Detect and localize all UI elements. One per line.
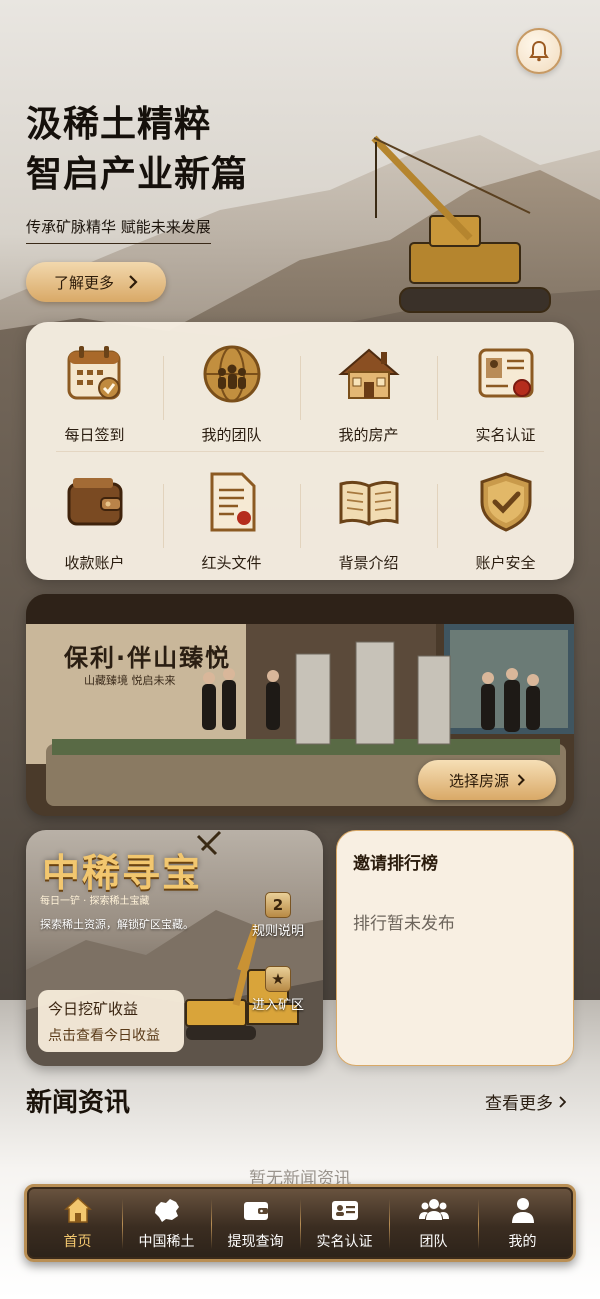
chevron-right-icon [129, 275, 138, 289]
function-grid: 每日签到 我的团队 我的房产 实名认证 收款账户 红头文件 背景介绍 账户安全 [26, 322, 574, 580]
open-book-icon [339, 480, 398, 526]
enter-mine-label: 进入矿区 [252, 998, 305, 1013]
rules-badge: 2 [265, 892, 291, 918]
grid-item-label: 红头文件 [201, 554, 262, 572]
news-more-link[interactable]: 查看更多 [485, 1089, 566, 1114]
document-icon [210, 472, 255, 532]
calendar-check-icon [67, 346, 120, 400]
tab-mine[interactable]: 我的 [478, 1187, 567, 1259]
news-section-title: 新闻资讯 [26, 1088, 131, 1118]
treasure-title: 中稀寻宝 [42, 851, 203, 895]
user-icon [511, 1198, 534, 1223]
id-card-icon [478, 348, 533, 398]
grid-item-label: 收款账户 [64, 554, 125, 572]
team-icon [418, 1199, 449, 1220]
tab-withdraw-query[interactable]: 提现查询 [211, 1187, 300, 1259]
grid-item-real-name[interactable]: 实名认证 [437, 334, 574, 454]
house-icon [337, 348, 400, 399]
treasure-hunt-card[interactable]: 中稀寻宝 每日一铲 · 探索稀土宝藏 探索稀土资源，解锁矿区宝藏。 2 规则说明… [26, 830, 323, 1066]
notification-button[interactable] [516, 28, 562, 74]
select-property-label: 选择房源 [448, 771, 509, 790]
china-map-icon [154, 1199, 179, 1222]
bell-icon [529, 40, 549, 62]
banner-sign-subtitle: 山藏臻境 悦启未来 [84, 674, 176, 687]
hero-title-line1: 汲稀土精粹 [26, 104, 212, 145]
chevron-right-icon [559, 1095, 566, 1108]
tab-home[interactable]: 首页 [33, 1187, 122, 1259]
home-icon [63, 1196, 92, 1223]
hero-title: 汲稀土精粹 智启产业新篇 [26, 100, 248, 200]
enter-mine-button[interactable]: ★ 进入矿区 [252, 966, 304, 1013]
rules-button[interactable]: 2 规则说明 [252, 892, 304, 939]
grid-item-label: 实名认证 [475, 426, 536, 444]
property-banner[interactable]: 保利·伴山臻悦 山藏臻境 悦启未来 选择房源 [26, 594, 574, 816]
wallet-icon [67, 478, 122, 526]
grid-item-my-team[interactable]: 我的团队 [163, 334, 300, 454]
treasure-description: 探索稀土资源，解锁矿区宝藏。 [40, 918, 194, 931]
learn-more-button[interactable]: 了解更多 [26, 262, 166, 302]
select-property-button[interactable]: 选择房源 [418, 760, 556, 800]
tab-team[interactable]: 团队 [389, 1187, 478, 1259]
banner-sign: 保利·伴山臻悦 [64, 644, 232, 672]
id-card-icon [331, 1201, 358, 1220]
today-earnings-box[interactable]: 今日挖矿收益 点击查看今日收益 [38, 990, 184, 1052]
news-more-label: 查看更多 [485, 1094, 553, 1114]
rules-label: 规则说明 [252, 924, 305, 939]
grid-item-daily-checkin[interactable]: 每日签到 [26, 334, 163, 454]
tab-label: 中国稀土 [138, 1234, 195, 1250]
tab-label: 我的 [508, 1234, 537, 1250]
treasure-tagline: 每日一铲 · 探索稀土宝藏 [40, 896, 150, 907]
tab-china-rare-earth[interactable]: 中国稀土 [122, 1187, 211, 1259]
hero-subtitle: 传承矿脉精华 赋能未来发展 [26, 216, 211, 244]
learn-more-label: 了解更多 [53, 273, 114, 292]
invite-ranking-card[interactable]: 邀请排行榜 排行暂未发布 [336, 830, 574, 1066]
tab-label: 实名认证 [316, 1234, 373, 1250]
function-grid-row: 收款账户 红头文件 背景介绍 账户安全 [26, 462, 574, 582]
tab-label: 提现查询 [227, 1234, 284, 1250]
invite-ranking-empty: 排行暂未发布 [353, 914, 455, 934]
chevron-right-icon [517, 774, 525, 786]
team-globe-icon [203, 345, 260, 403]
tab-real-name[interactable]: 实名认证 [300, 1187, 389, 1259]
grid-item-my-property[interactable]: 我的房产 [300, 334, 437, 454]
grid-item-label: 我的团队 [201, 426, 262, 444]
grid-item-background-intro[interactable]: 背景介绍 [300, 462, 437, 582]
invite-ranking-title: 邀请排行榜 [353, 854, 438, 874]
hero-title-line2: 智启产业新篇 [26, 154, 249, 195]
grid-item-official-documents[interactable]: 红头文件 [163, 462, 300, 582]
bottom-tab-bar: 首页 中国稀土 提现查询 实名认证 团队 我的 [24, 1184, 576, 1262]
grid-item-account-security[interactable]: 账户安全 [437, 462, 574, 582]
grid-item-label: 每日签到 [64, 426, 125, 444]
grid-item-label: 背景介绍 [338, 554, 399, 572]
tab-label: 团队 [419, 1234, 448, 1250]
grid-item-label: 账户安全 [475, 554, 536, 572]
today-earnings-link: 点击查看今日收益 [48, 1028, 160, 1044]
grid-divider [56, 451, 544, 452]
wallet-icon [243, 1202, 268, 1220]
star-icon: ★ [265, 966, 291, 992]
tab-label: 首页 [63, 1234, 92, 1250]
shield-check-icon [480, 472, 531, 532]
today-earnings-title: 今日挖矿收益 [48, 1000, 139, 1018]
function-grid-row: 每日签到 我的团队 我的房产 实名认证 [26, 334, 574, 454]
grid-item-payment-account[interactable]: 收款账户 [26, 462, 163, 582]
grid-item-label: 我的房产 [338, 426, 399, 444]
